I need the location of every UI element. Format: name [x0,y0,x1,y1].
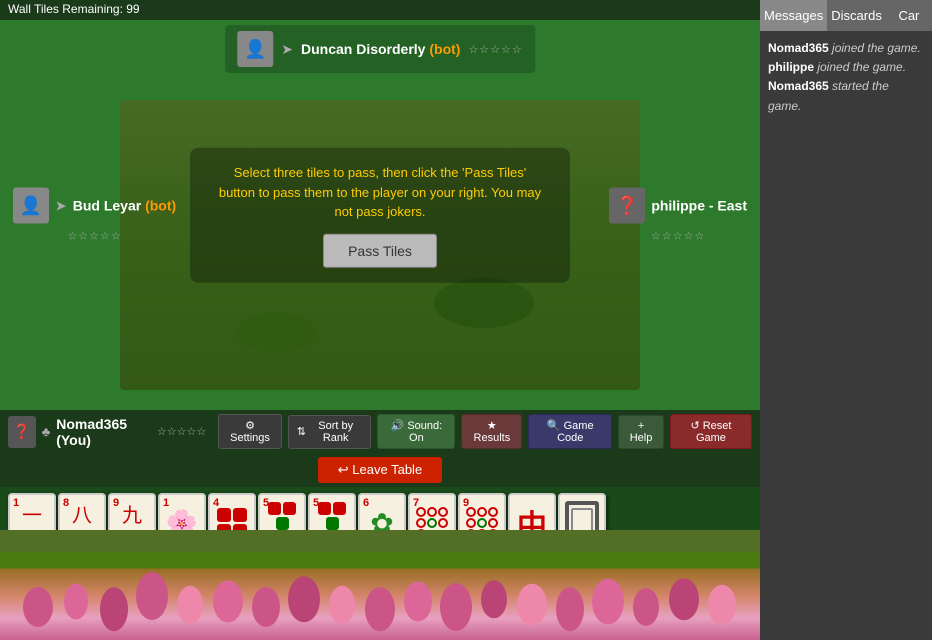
east-player: ❓ philippe - East ☆☆☆☆☆ [601,180,755,251]
right-panel-tabs: Messages Discards Car [760,0,932,31]
south-player-stars: ☆☆☆☆☆ [157,425,206,438]
leave-table-section: ↩ Leave Table [0,453,760,487]
east-player-avatar: ❓ [609,188,645,224]
pass-tiles-button[interactable]: Pass Tiles [323,233,437,267]
chat-line: philippe joined the game. [768,58,924,77]
north-player-stars: ☆☆☆☆☆ [468,43,522,56]
game-code-button[interactable]: 🔍 Game Code [528,414,612,449]
reset-game-button[interactable]: ↺ Reset Game [670,414,752,449]
player-bar: ❓ ♣ Nomad365 (You) ☆☆☆☆☆ ⚙ Settings ⇅ ⇅ … [0,410,760,453]
chat-area: Nomad365 joined the game. philippe joine… [760,31,932,640]
tab-car[interactable]: Car [886,0,932,31]
sound-button[interactable]: 🔊 Sound: On [377,414,455,449]
wall-tiles-remaining: Wall Tiles Remaining: 99 [0,0,760,20]
chat-line: Nomad365 started the game. [768,77,924,115]
west-player-name: Bud Leyar (bot) [73,198,176,214]
north-player: 👤 ➤ Duncan Disorderly (bot) ☆☆☆☆☆ [225,25,535,73]
instruction-text: Select three tiles to pass, then click t… [215,163,545,222]
right-panel: Messages Discards Car Nomad365 joined th… [760,0,932,640]
east-player-stars: ☆☆☆☆☆ [651,230,705,243]
help-button[interactable]: + Help [618,415,664,449]
sort-button[interactable]: ⇅ ⇅ Sort by Rank Sort by Rank [288,415,372,449]
north-player-avatar: 👤 [237,31,273,67]
north-player-name: Duncan Disorderly (bot) [301,41,460,57]
tab-messages[interactable]: Messages [760,0,827,31]
west-player-avatar: 👤 [13,188,49,224]
south-player-avatar: ❓ [8,416,36,448]
tab-discards[interactable]: Discards [827,0,886,31]
west-player-stars: ☆☆☆☆☆ [67,230,121,243]
leave-table-button[interactable]: ↩ Leave Table [318,457,442,483]
settings-button[interactable]: ⚙ Settings [218,414,282,449]
flower-garden [0,530,760,640]
chat-line: Nomad365 joined the game. [768,39,924,58]
results-button[interactable]: ★ Results [461,414,522,449]
west-player: 👤 ➤ Bud Leyar (bot) ☆☆☆☆☆ [5,180,184,251]
center-area: Select three tiles to pass, then click t… [190,148,570,283]
game-board: 👤 ➤ Duncan Disorderly (bot) ☆☆☆☆☆ 👤 ➤ Bu… [0,20,760,410]
east-player-name: philippe - East [651,198,747,214]
south-player-name: Nomad365 (You) [56,416,151,448]
